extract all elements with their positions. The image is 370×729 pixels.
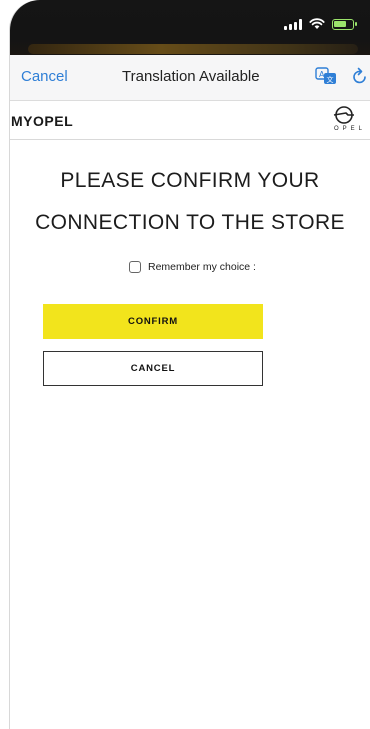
screen: Cancel Translation Available A 文 MYOPEL … (10, 0, 370, 729)
cancel-button[interactable]: CANCEL (43, 351, 263, 386)
nav-cancel-button[interactable]: Cancel (21, 68, 68, 85)
heading-line-2: CONNECTION TO THE STORE (35, 211, 345, 234)
confirm-heading: PLEASE CONFIRM YOUR CONNECTION TO THE ST… (10, 160, 370, 244)
opel-wordmark: OPEL (334, 126, 367, 132)
remember-choice-checkbox[interactable] (129, 261, 141, 273)
wifi-icon (309, 18, 325, 29)
svg-text:文: 文 (327, 75, 334, 84)
site-header: MYOPEL OPEL (10, 101, 370, 140)
translate-icon[interactable]: A 文 (315, 67, 337, 85)
brand-name: MYOPEL (11, 113, 74, 129)
signal-icon (284, 18, 302, 30)
opel-logo-icon[interactable] (332, 104, 370, 138)
status-icons (284, 18, 357, 30)
browser-nav-bar: Cancel Translation Available A 文 (10, 55, 370, 101)
confirm-button[interactable]: CONFIRM (43, 304, 263, 339)
remember-choice-label: Remember my choice : (148, 261, 256, 273)
status-bar (10, 0, 370, 55)
remember-choice-row[interactable]: Remember my choice : (129, 261, 256, 273)
phone-frame: Cancel Translation Available A 文 MYOPEL … (0, 0, 370, 729)
heading-line-1: PLEASE CONFIRM YOUR (60, 169, 320, 192)
reload-icon[interactable] (352, 67, 368, 85)
battery-icon (332, 18, 357, 30)
status-bar-glow (28, 44, 358, 54)
nav-title: Translation Available (122, 68, 260, 85)
